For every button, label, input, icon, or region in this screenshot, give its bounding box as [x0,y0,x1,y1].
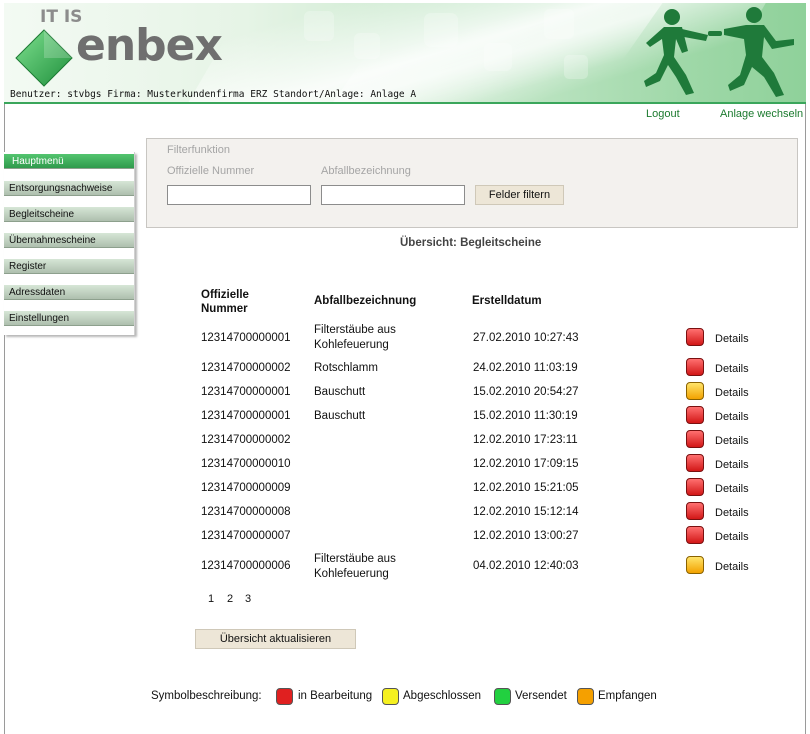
cell-waste: Rotschlamm [314,362,378,374]
logo-wordmark: enbex [76,20,223,71]
legend-title: Symbolbeschreibung: [151,690,262,702]
relay-runners-illustration [644,7,794,97]
cell-number: 12314700000002 [201,362,291,374]
waste-input[interactable] [321,185,465,205]
cell-created: 12.02.2010 15:12:14 [473,506,579,518]
details-link[interactable]: Details [715,435,749,447]
legend-in-progress-icon [276,688,293,705]
details-link[interactable]: Details [715,507,749,519]
page-link-1[interactable]: 1 [208,593,214,605]
status-received-icon [686,556,704,574]
cell-created: 12.02.2010 13:00:27 [473,530,579,542]
status-in-progress-icon [686,454,704,472]
page-link-2[interactable]: 2 [227,593,233,605]
legend-label-received: Empfangen [598,690,657,702]
legend-received-icon [577,688,594,705]
cell-number: 12314700000001 [201,332,291,344]
cell-number: 12314700000002 [201,434,291,446]
column-header-number: Offizielle Nummer [201,289,249,315]
cell-created: 15.02.2010 11:30:19 [473,410,578,422]
legend-sent-icon [494,688,511,705]
refresh-overview-button[interactable]: Übersicht aktualisieren [195,629,356,649]
cell-created: 12.02.2010 17:23:11 [473,434,578,446]
sidebar-menu: Hauptmenü Entsorgungsnachweise Begleitsc… [4,152,135,335]
user-info: Benutzer: stvbgs Firma: Musterkundenfirm… [10,89,417,100]
details-link[interactable]: Details [715,387,749,399]
cell-created: 15.02.2010 20:54:27 [473,386,579,398]
page-link-3[interactable]: 3 [245,593,251,605]
column-header-created: Erstelldatum [472,295,542,307]
cell-waste: Filterstäube aus Kohlefeuerung [314,553,396,580]
status-in-progress-icon [686,478,704,496]
status-in-progress-icon [686,406,704,424]
sidebar-item-address-data[interactable]: Adressdaten [4,285,134,300]
official-number-input[interactable] [167,185,311,205]
sidebar-item-consignment-notes[interactable]: Begleitscheine [4,207,134,222]
filter-title: Filterfunktion [167,144,230,156]
column-header-waste: Abfallbezeichnung [314,295,417,307]
status-in-progress-icon [686,526,704,544]
logo-diamond-icon [15,29,73,87]
cell-number: 12314700000009 [201,482,291,494]
cell-waste: Bauschutt [314,410,366,422]
cell-created: 04.02.2010 12:40:03 [473,560,579,572]
official-number-label: Offizielle Nummer [167,165,255,177]
details-link[interactable]: Details [715,459,749,471]
details-link[interactable]: Details [715,561,749,573]
details-link[interactable]: Details [715,333,749,345]
cell-number: 12314700000006 [201,560,291,572]
waste-label: Abfallbezeichnung [321,165,411,177]
header-banner: IT IS enbex Benutzer: stvbgs Firma: Must… [4,3,806,103]
sidebar-item-register[interactable]: Register [4,259,134,274]
cell-waste: Bauschutt [314,386,366,398]
sidebar-item-disposal-certificates[interactable]: Entsorgungsnachweise [4,181,134,196]
status-received-icon [686,382,704,400]
filter-button[interactable]: Felder filtern [475,185,564,205]
status-in-progress-icon [686,328,704,346]
cell-number: 12314700000007 [201,530,291,542]
cell-waste: Filterstäube aus Kohlefeuerung [314,324,396,351]
logout-link[interactable]: Logout [646,108,680,120]
status-in-progress-icon [686,358,704,376]
status-in-progress-icon [686,430,704,448]
switch-site-link[interactable]: Anlage wechseln [720,108,803,120]
details-link[interactable]: Details [715,411,749,423]
cell-created: 12.02.2010 15:21:05 [473,482,579,494]
cell-created: 24.02.2010 11:03:19 [473,362,578,374]
legend-label-sent: Versendet [515,690,567,702]
sidebar-item-acceptance-notes[interactable]: Übernahmescheine [4,233,134,248]
legend-label-in-progress: in Bearbeitung [298,690,373,702]
cell-number: 12314700000010 [201,458,291,470]
details-link[interactable]: Details [715,363,749,375]
cell-number: 12314700000001 [201,410,291,422]
legend-label-completed: Abgeschlossen [403,690,481,702]
page-title: Übersicht: Begleitscheine [400,237,542,249]
cell-number: 12314700000001 [201,386,291,398]
header-divider [4,102,806,104]
details-link[interactable]: Details [715,531,749,543]
details-link[interactable]: Details [715,483,749,495]
cell-number: 12314700000008 [201,506,291,518]
cell-created: 27.02.2010 10:27:43 [473,332,579,344]
cell-created: 12.02.2010 17:09:15 [473,458,579,470]
status-in-progress-icon [686,502,704,520]
sidebar-item-main-menu[interactable]: Hauptmenü [4,154,134,169]
legend-completed-icon [382,688,399,705]
filter-panel: Filterfunktion Offizielle Nummer Abfallb… [146,138,798,228]
sidebar-item-settings[interactable]: Einstellungen [4,311,134,326]
